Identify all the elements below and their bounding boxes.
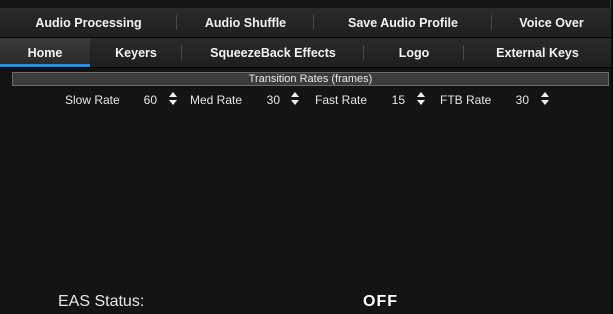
tab-external-keys[interactable]: External Keys — [464, 38, 611, 67]
transition-rates-header: Transition Rates (frames) — [12, 72, 609, 86]
med-rate-spinner-icon[interactable] — [290, 91, 300, 106]
tab-home[interactable]: Home — [0, 38, 90, 67]
tab-label: Voice Over — [519, 15, 584, 30]
transition-rates-row: Slow Rate 60 Med Rate 30 Fast Rate 15 FT… — [0, 90, 611, 108]
home-content: Transition Rates (frames) Slow Rate 60 M… — [0, 68, 611, 314]
fast-rate-value[interactable]: 15 — [381, 93, 405, 107]
tab-label: Audio Shuffle — [204, 15, 287, 30]
med-rate-value[interactable]: 30 — [256, 93, 280, 107]
tab-label: Keyers — [115, 45, 157, 60]
slow-rate-value[interactable]: 60 — [133, 93, 157, 107]
eas-status-label: EAS Status: — [58, 293, 145, 310]
tab-squeezeback-effects[interactable]: SqueezeBack Effects — [182, 38, 364, 67]
tab-label: SqueezeBack Effects — [210, 45, 336, 60]
top-tab-bar: Audio Processing Audio Shuffle Save Audi… — [0, 8, 611, 38]
tab-voice-over[interactable]: Voice Over — [492, 8, 611, 37]
main-panel: Audio Processing Audio Shuffle Save Audi… — [0, 0, 611, 314]
slow-rate-label: Slow Rate — [65, 93, 120, 107]
tab-label: Home — [27, 45, 63, 60]
eas-status-value: OFF — [363, 293, 398, 310]
tab-label: Logo — [398, 45, 430, 60]
ftb-rate-value[interactable]: 30 — [505, 93, 529, 107]
ftb-rate-label: FTB Rate — [440, 93, 492, 107]
slow-rate-spinner-icon[interactable] — [168, 91, 178, 106]
tab-audio-shuffle[interactable]: Audio Shuffle — [177, 8, 314, 37]
tab-label: Audio Processing — [35, 15, 142, 30]
ftb-rate-spinner-icon[interactable] — [540, 91, 550, 106]
tab-label: External Keys — [496, 45, 579, 60]
tab-keyers[interactable]: Keyers — [90, 38, 182, 67]
sub-tab-bar: Home Keyers SqueezeBack Effects Logo Ext… — [0, 38, 611, 68]
tab-audio-processing[interactable]: Audio Processing — [0, 8, 177, 37]
tab-save-audio-profile[interactable]: Save Audio Profile — [314, 8, 492, 37]
tab-label: Save Audio Profile — [348, 15, 458, 30]
fast-rate-spinner-icon[interactable] — [416, 91, 426, 106]
tab-logo[interactable]: Logo — [364, 38, 464, 67]
fast-rate-label: Fast Rate — [315, 93, 368, 107]
med-rate-label: Med Rate — [190, 93, 243, 107]
